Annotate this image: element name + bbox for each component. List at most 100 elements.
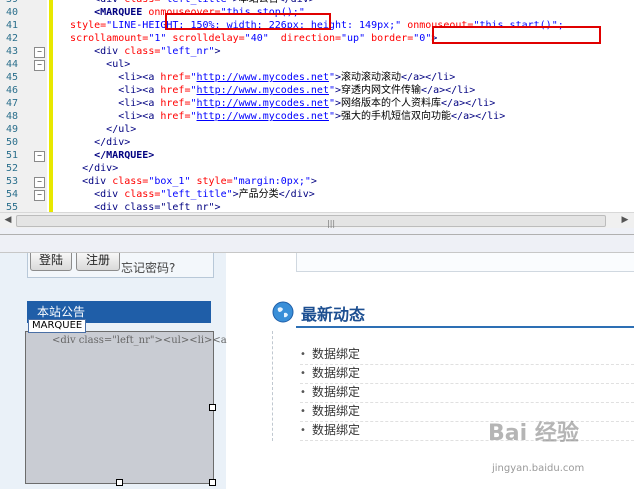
code-token: "box_1": [148, 176, 197, 187]
scrollbar-thumb[interactable]: |||: [16, 215, 606, 228]
highlight-onmouseover-box: [165, 13, 331, 30]
bullet-icon: •: [300, 368, 306, 379]
code-text: </ul>: [58, 123, 136, 136]
code-line[interactable]: 44− <ul>: [0, 58, 634, 71]
fold-toggle-icon[interactable]: −: [34, 190, 45, 201]
grip-icon: |||: [327, 219, 336, 228]
line-number: 55: [6, 202, 19, 212]
code-token: </MARQUEE>: [94, 150, 155, 161]
code-token: href=: [160, 98, 191, 109]
code-token: <div: [82, 176, 113, 187]
news-item[interactable]: • 数据绑定: [300, 345, 634, 365]
news-title: 最新动态: [301, 305, 366, 324]
news-item[interactable]: • 数据绑定: [300, 364, 634, 384]
scroll-right-icon[interactable]: ▶: [618, 214, 632, 226]
code-token: </a></li>: [451, 111, 506, 122]
code-token: </ul>: [106, 124, 137, 135]
code-text: <ul>: [58, 58, 130, 71]
code-token: href=: [160, 111, 191, 122]
bullet-icon: •: [300, 406, 306, 417]
resize-handle-bottom[interactable]: [116, 479, 123, 486]
code-line[interactable]: 43− <div class="left_nr">: [0, 45, 634, 58]
horizontal-scrollbar[interactable]: ◀ ||| ▶: [0, 212, 634, 228]
fold-toggle-icon[interactable]: −: [34, 47, 45, 58]
code-token: </a></li>: [421, 85, 476, 96]
marquee-preview-text: <div class="left_nr"><ul><li><a: [52, 335, 227, 346]
splitter-line: [0, 234, 634, 235]
code-token: http://www.mycodes.net: [196, 72, 329, 83]
bullet-icon: •: [300, 425, 306, 436]
code-token: </div>: [94, 137, 131, 148]
line-number: 40: [6, 7, 19, 18]
code-token: style=: [196, 176, 233, 187]
code-token: "0": [413, 33, 432, 44]
code-token: </div>: [82, 163, 119, 174]
code-token: 本站公告: [239, 0, 279, 5]
code-token: class=: [124, 189, 161, 200]
code-text: </div>: [58, 136, 130, 149]
code-token: class=: [124, 46, 161, 57]
code-text: <li><a href="http://www.mycodes.net">穿透内…: [58, 84, 475, 97]
code-line[interactable]: 48 <li><a href="http://www.mycodes.net">…: [0, 110, 634, 123]
code-token: <div class="left_nr">: [94, 202, 221, 212]
bullet-icon: •: [300, 349, 306, 360]
news-item-label: 数据绑定: [312, 423, 361, 437]
code-token: <li><a: [118, 111, 161, 122]
code-token: "left_title": [160, 189, 233, 200]
code-token: </a></li>: [401, 72, 456, 83]
code-token: >: [214, 46, 221, 57]
news-item-label: 数据绑定: [312, 385, 361, 399]
fold-toggle-icon[interactable]: −: [34, 151, 45, 162]
view-splitter[interactable]: [0, 228, 634, 253]
news-title-underline: [296, 326, 634, 328]
line-number: 41: [6, 20, 19, 31]
code-line[interactable]: 51− </MARQUEE>: [0, 149, 634, 162]
line-number: 49: [6, 124, 19, 135]
code-line[interactable]: 47 <li><a href="http://www.mycodes.net">…: [0, 97, 634, 110]
code-text: scrollamount="1" scrolldelay="40" direct…: [58, 32, 437, 45]
code-token: </div>: [278, 189, 315, 200]
scroll-left-icon[interactable]: ◀: [1, 214, 15, 226]
code-token: "left_nr": [160, 46, 215, 57]
code-text: <div class="left_nr">: [58, 201, 221, 212]
code-token: style=: [70, 20, 107, 31]
highlight-onmouseout-box: [432, 26, 601, 44]
code-token: </div>: [279, 0, 315, 5]
watermark-url: jingyan.baidu.com: [492, 463, 585, 474]
code-line[interactable]: 54− <div class="left_title">产品分类</div>: [0, 188, 634, 201]
code-token: 滚动滚动滚动: [341, 72, 402, 83]
fold-toggle-icon[interactable]: −: [34, 60, 45, 71]
code-token: <div: [94, 46, 125, 57]
news-item-label: 数据绑定: [312, 366, 361, 380]
resize-handle-corner[interactable]: [209, 479, 216, 486]
line-number: 52: [6, 163, 19, 174]
code-token: http://www.mycodes.net: [196, 111, 329, 122]
register-button[interactable]: 注册: [76, 253, 120, 271]
resize-handle-right[interactable]: [209, 404, 216, 411]
code-token: <ul>: [106, 59, 131, 70]
code-token: <MARQUEE: [94, 7, 149, 18]
code-line[interactable]: 53− <div class="box_1" style="margin:0px…: [0, 175, 634, 188]
code-line[interactable]: 45 <li><a href="http://www.mycodes.net">…: [0, 71, 634, 84]
code-text: <div class="box_1" style="margin:0px;">: [58, 175, 317, 188]
login-button[interactable]: 登陆: [30, 253, 72, 271]
code-line[interactable]: 52 </div>: [0, 162, 634, 175]
code-line[interactable]: 46 <li><a href="http://www.mycodes.net">…: [0, 84, 634, 97]
code-line[interactable]: 55 <div class="left_nr">: [0, 201, 634, 212]
code-token: 产品分类: [238, 189, 279, 200]
marquee-element[interactable]: <div class="left_nr"><ul><li><a: [25, 331, 227, 484]
code-text: <li><a href="http://www.mycodes.net">强大的…: [58, 110, 505, 123]
forgot-password-link[interactable]: 忘记密码?: [121, 259, 175, 276]
code-text: </div>: [58, 162, 118, 175]
code-token: <li><a: [118, 72, 161, 83]
news-item[interactable]: • 数据绑定: [300, 383, 634, 403]
code-line[interactable]: 50 </div>: [0, 136, 634, 149]
line-number: 48: [6, 111, 19, 122]
code-editor[interactable]: 39 <div class="left_title">本站公告</div>40 …: [0, 0, 634, 212]
code-line[interactable]: 49 </ul>: [0, 123, 634, 136]
code-text: <li><a href="http://www.mycodes.net">网络版…: [58, 97, 495, 110]
code-token: "40": [244, 33, 281, 44]
fold-toggle-icon[interactable]: −: [34, 177, 45, 188]
news-item-label: 数据绑定: [312, 347, 361, 361]
code-token: <div: [94, 189, 125, 200]
